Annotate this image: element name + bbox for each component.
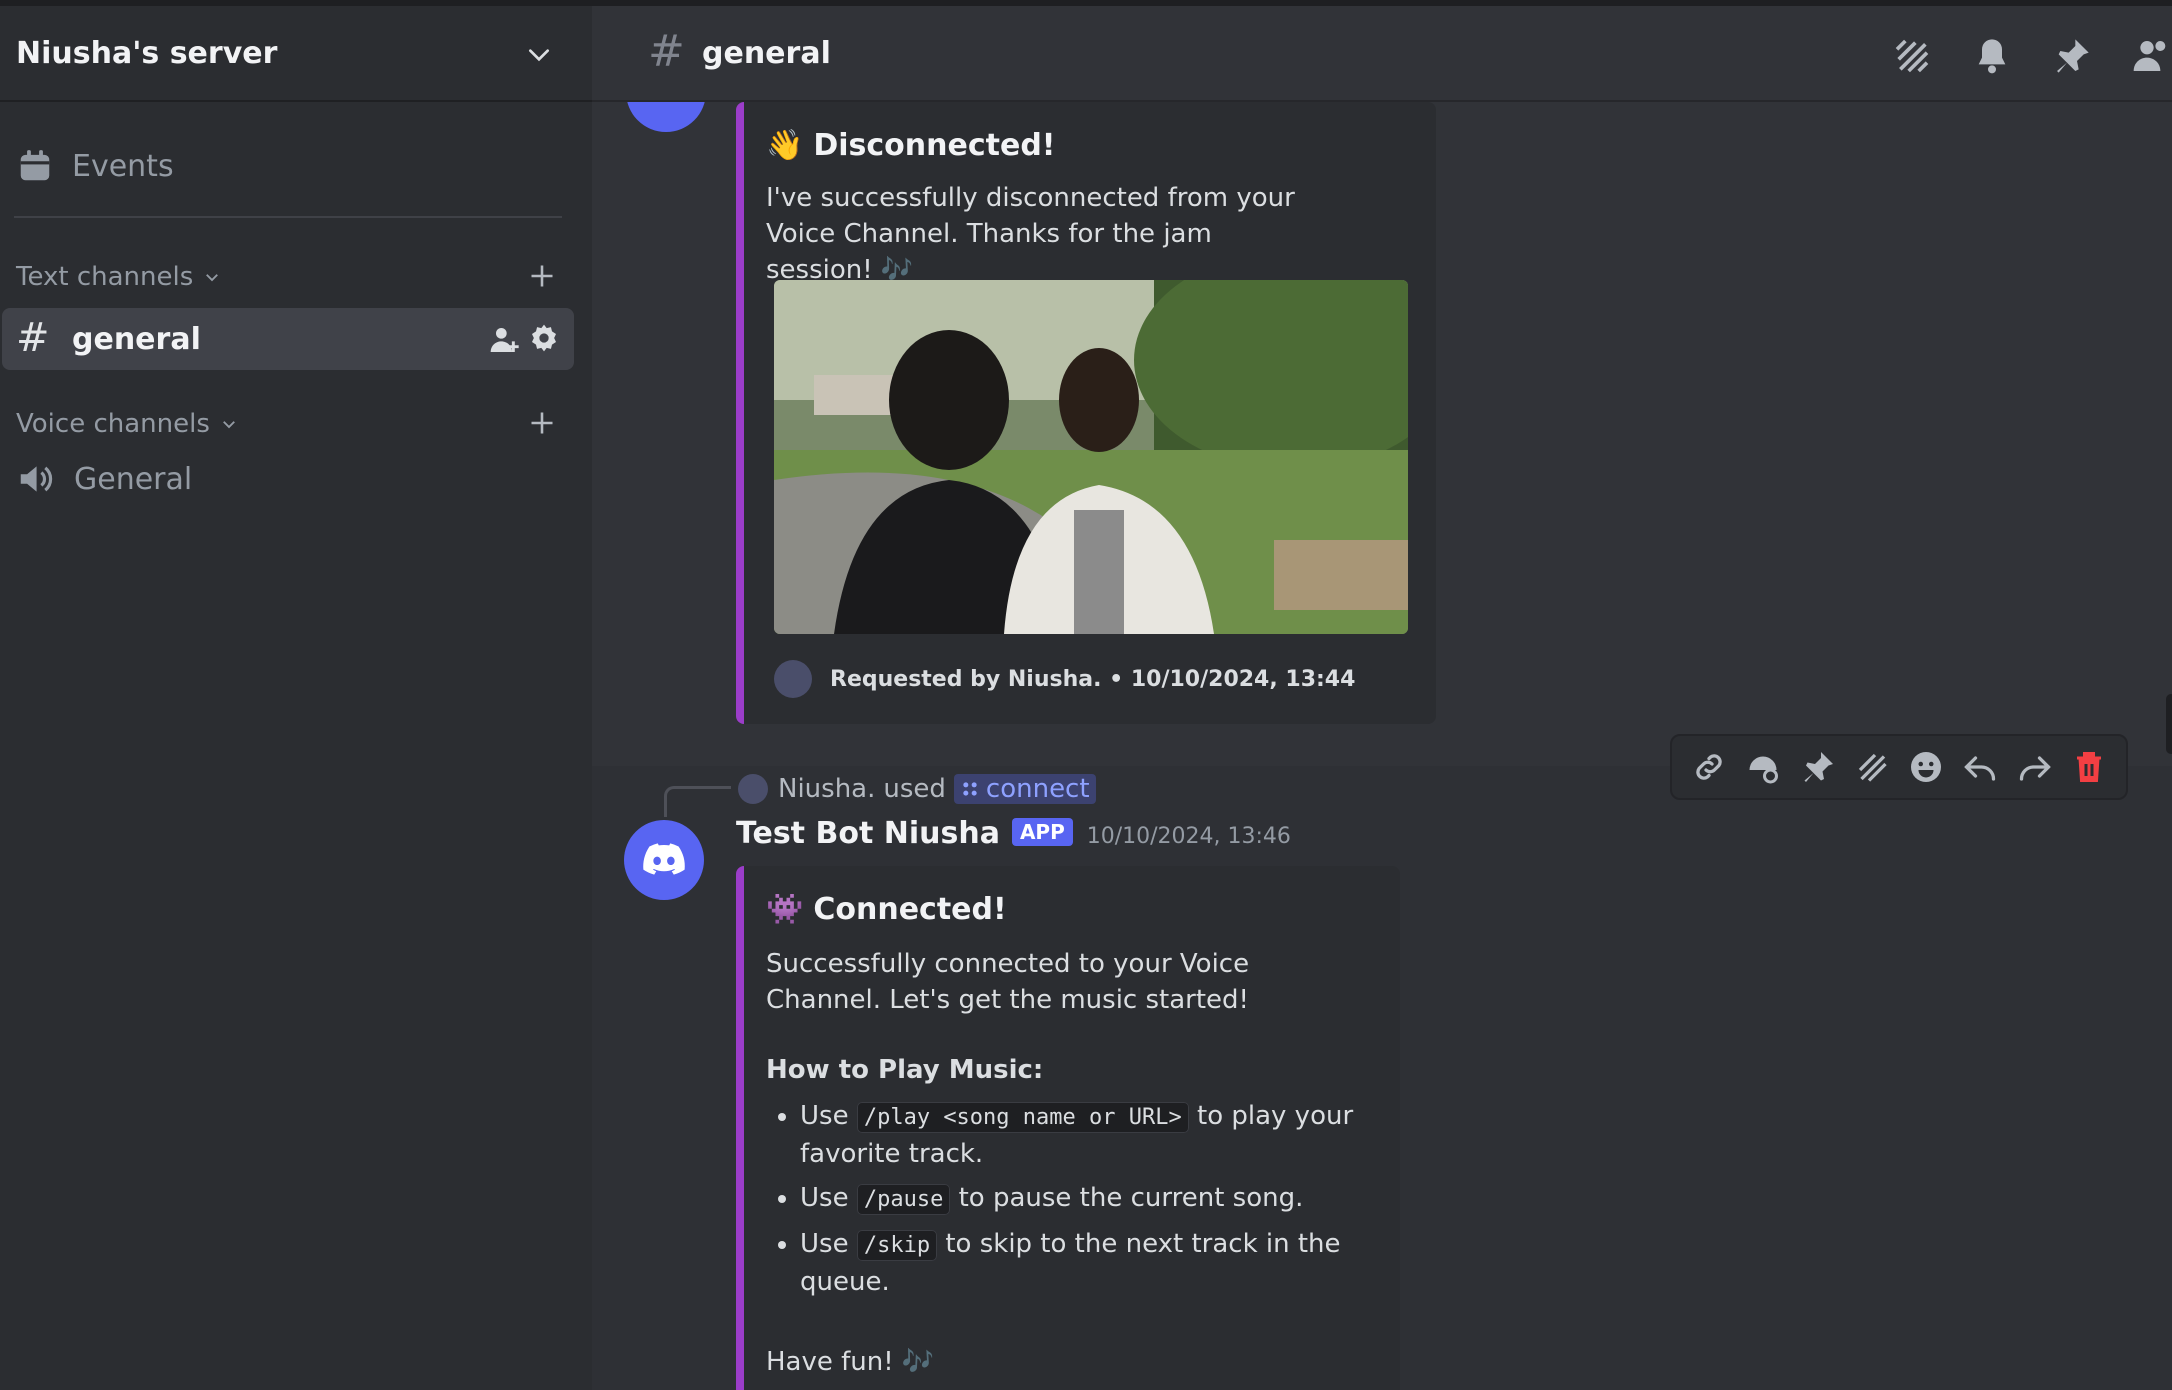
thread-icon[interactable] — [1854, 749, 1890, 785]
item-pre: Use — [800, 1229, 849, 1259]
link-icon[interactable] — [1691, 749, 1727, 785]
category-label: Voice channels — [16, 409, 210, 439]
message-header: Test Bot Niusha APP 10/10/2024, 13:46 — [736, 816, 1291, 851]
category-label: Text channels — [16, 262, 194, 292]
app-badge: APP — [1011, 818, 1073, 846]
sidebar-item-events[interactable]: Events — [16, 136, 174, 196]
list-item: Use /pause to pause the current song. — [800, 1180, 1376, 1218]
chevron-down-icon — [222, 421, 235, 429]
discord-logo-icon — [643, 843, 685, 875]
chat-area: # general 👋 Disconnected! I've successfu… — [592, 6, 2172, 1390]
remind-icon[interactable] — [1745, 749, 1781, 785]
add-voice-channel-icon[interactable] — [528, 409, 556, 437]
gif-image — [774, 280, 1408, 634]
chevron-down-icon — [206, 274, 219, 282]
howto-list: Use /play <song name or URL> to play you… — [766, 1098, 1376, 1308]
channel-title: general — [702, 36, 831, 71]
message-timestamp[interactable]: 10/10/2024, 13:46 — [1087, 824, 1291, 849]
pin-icon[interactable] — [1800, 749, 1836, 785]
reply-icon[interactable] — [1962, 749, 1998, 785]
author-name[interactable]: Test Bot Niusha — [736, 816, 1000, 851]
app-command-icon — [963, 782, 977, 796]
message-actions-toolbar — [1670, 734, 2128, 800]
reply-username[interactable]: Niusha. — [778, 774, 875, 804]
command-chip[interactable]: connect — [953, 774, 1096, 804]
alien-emoji: 👾 — [766, 892, 804, 927]
embed-outro: Have fun! 🎶 — [766, 1347, 935, 1377]
reply-used: used — [883, 774, 946, 804]
sidebar-item-voice-general[interactable]: General — [16, 460, 192, 498]
hash-icon: # — [16, 315, 50, 361]
embed-intro: Successfully connected to your Voice Cha… — [766, 949, 1250, 1015]
server-header[interactable]: Niusha's server — [0, 6, 592, 102]
embed-footer: Requested by Niusha. • 10/10/2024, 13:44 — [774, 660, 1355, 698]
calendar-icon — [20, 150, 50, 181]
item-post: to pause the current song. — [958, 1183, 1304, 1213]
command-name: connect — [985, 774, 1090, 804]
sidebar-item-general[interactable]: # general — [2, 308, 574, 370]
category-text-channels[interactable]: Text channels — [16, 262, 221, 292]
forward-icon[interactable] — [2017, 749, 2053, 785]
embed-connected: 👾 Connected! Successfully connected to y… — [736, 866, 1400, 1390]
channel-name: general — [72, 322, 201, 357]
channel-header: # general — [592, 6, 2172, 102]
threads-icon[interactable] — [1892, 36, 1932, 76]
members-icon[interactable] — [2132, 36, 2172, 76]
add-reaction-icon[interactable] — [1908, 749, 1944, 785]
inline-code: /play <song name or URL> — [856, 1102, 1189, 1133]
category-voice-channels[interactable]: Voice channels — [16, 409, 238, 439]
pin-icon[interactable] — [2052, 36, 2092, 76]
embed-gif[interactable] — [774, 280, 1408, 634]
list-item: Use /skip to skip to the next track in t… — [800, 1226, 1376, 1300]
user-avatar — [738, 774, 768, 804]
gear-icon[interactable] — [528, 322, 560, 354]
speaker-icon — [20, 466, 53, 492]
add-text-channel-icon[interactable] — [528, 262, 556, 290]
voice-channel-name: General — [74, 461, 193, 497]
embed-title-text: Disconnected! — [813, 128, 1056, 163]
sidebar-divider — [14, 216, 562, 218]
delete-icon[interactable] — [2071, 749, 2107, 785]
bell-icon[interactable] — [1972, 36, 2012, 76]
server-name: Niusha's server — [16, 36, 278, 71]
command-reference[interactable]: Niusha. used connect — [738, 774, 1096, 804]
channel-sidebar: Niusha's server Events Text channels # g… — [0, 6, 592, 1390]
embed-description: I've successfully disconnected from your… — [766, 183, 1295, 285]
list-item: Use /play <song name or URL> to play you… — [800, 1098, 1376, 1172]
events-label: Events — [72, 148, 174, 184]
wave-emoji: 👋 — [766, 128, 804, 163]
embed-disconnected: 👋 Disconnected! I've successfully discon… — [736, 102, 1436, 724]
embed-title-text: Connected! — [813, 892, 1007, 927]
reply-spine — [664, 786, 731, 817]
item-pre: Use — [800, 1101, 849, 1131]
inline-code: /pause — [856, 1184, 951, 1215]
howto-title: How to Play Music: — [766, 1055, 1044, 1085]
chevron-down-icon[interactable] — [526, 42, 552, 68]
scrollbar[interactable] — [2166, 694, 2172, 754]
footer-text: Requested by Niusha. • 10/10/2024, 13:44 — [830, 666, 1356, 692]
hash-icon: # — [648, 26, 685, 77]
embed-title: 👋 Disconnected! — [766, 128, 1055, 163]
invite-user-icon[interactable] — [488, 324, 520, 356]
item-pre: Use — [800, 1183, 849, 1213]
inline-code: /skip — [856, 1230, 938, 1261]
bot-avatar[interactable] — [624, 820, 704, 900]
embed-title: 👾 Connected! — [766, 892, 1007, 927]
requester-avatar — [774, 660, 812, 698]
